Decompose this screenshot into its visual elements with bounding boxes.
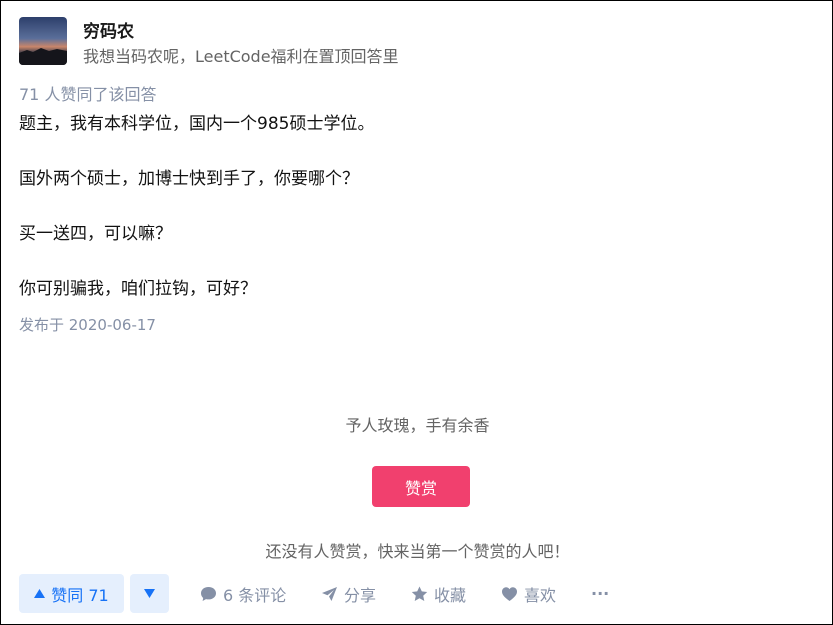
star-icon bbox=[411, 586, 428, 602]
comments-button[interactable]: 6 条评论 bbox=[200, 574, 286, 613]
avatar[interactable] bbox=[19, 17, 67, 65]
action-bar: 赞同 71 6 条评论 分享 收藏 喜欢 ··· bbox=[19, 574, 819, 613]
author-name[interactable]: 穷码农 bbox=[83, 17, 134, 42]
triangle-down-icon bbox=[144, 589, 155, 598]
reward-slogan: 予人玫瑰，手有余香 bbox=[345, 416, 490, 435]
comments-label: 6 条评论 bbox=[223, 585, 287, 605]
comment-bubble-icon bbox=[200, 586, 217, 602]
more-button[interactable]: ··· bbox=[591, 574, 609, 613]
triangle-up-icon bbox=[34, 589, 46, 598]
favorite-button[interactable]: 收藏 bbox=[411, 574, 466, 613]
heart-icon bbox=[501, 586, 518, 602]
reward-button[interactable]: 赞赏 bbox=[372, 466, 470, 507]
favorite-label: 收藏 bbox=[434, 585, 467, 605]
upvote-button[interactable]: 赞同 71 bbox=[19, 574, 124, 613]
like-button[interactable]: 喜欢 bbox=[501, 574, 556, 613]
answer-paragraph: 你可别骗我，咱们拉钩，可好？ bbox=[19, 279, 257, 299]
answer-card: 穷码农 我想当码农呢，LeetCode福利在置顶回答里 71 人赞同了该回答 题… bbox=[0, 0, 833, 625]
publish-time[interactable]: 发布于 2020-06-17 bbox=[19, 314, 156, 335]
more-icon: ··· bbox=[591, 584, 610, 603]
answer-paragraph: 题主，我有本科学位，国内一个985硕士学位。 bbox=[19, 114, 375, 134]
answer-paragraph: 买一送四，可以嘛？ bbox=[19, 224, 172, 244]
author-bio: 我想当码农呢，LeetCode福利在置顶回答里 bbox=[83, 47, 399, 66]
downvote-button[interactable] bbox=[130, 574, 169, 613]
share-button[interactable]: 分享 bbox=[321, 574, 376, 613]
upvote-summary[interactable]: 71 人赞同了该回答 bbox=[19, 81, 156, 105]
like-label: 喜欢 bbox=[524, 585, 557, 605]
upvote-label: 赞同 71 bbox=[51, 585, 109, 605]
paper-plane-icon bbox=[321, 586, 338, 602]
answer-content: 题主，我有本科学位，国内一个985硕士学位。 国外两个硕士，加博士快到手了，你要… bbox=[19, 111, 809, 331]
answer-paragraph: 国外两个硕士，加博士快到手了，你要哪个？ bbox=[19, 169, 359, 189]
share-label: 分享 bbox=[344, 585, 377, 605]
reward-hint: 还没有人赞赏，快来当第一个赞赏的人吧！ bbox=[265, 542, 570, 561]
